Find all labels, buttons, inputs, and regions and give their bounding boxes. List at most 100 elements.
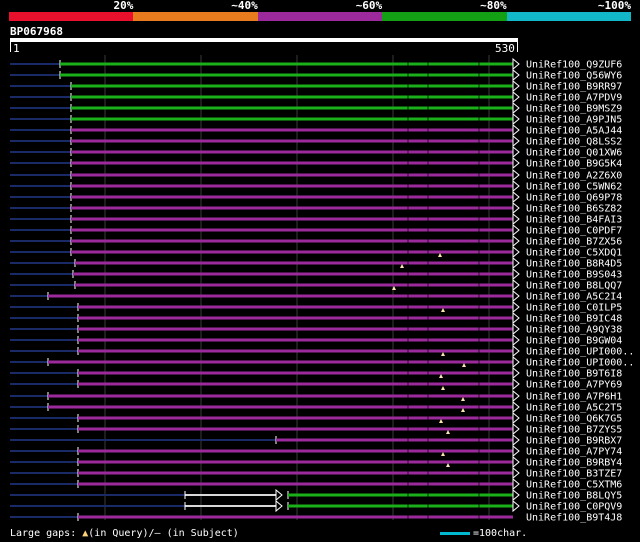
query-gap-triangle-icon xyxy=(462,363,466,367)
query-gap-triangle-icon xyxy=(441,386,445,390)
hit-label: UniRef100_B7ZYS5 xyxy=(526,425,622,436)
hit-label: UniRef100_C0PQV9 xyxy=(526,502,622,513)
hit-label: UniRef100_Q9ZUF6 xyxy=(526,60,622,71)
hit-label: UniRef100_B4FAI3 xyxy=(526,215,622,226)
end-arrow-icon xyxy=(512,488,520,502)
end-arrow-icon xyxy=(512,422,520,436)
hit-label: UniRef100_B3TZE7 xyxy=(526,469,622,480)
end-arrow-icon xyxy=(512,190,520,204)
gap-legend-label: Large gaps: xyxy=(10,528,83,539)
end-arrow-icon xyxy=(512,112,520,126)
end-arrow-icon xyxy=(512,433,520,447)
query-gap-triangle-icon xyxy=(441,352,445,356)
hit-label: UniRef100_Q8LSS2 xyxy=(526,137,622,148)
end-arrow-icon xyxy=(512,389,520,403)
end-arrow-icon xyxy=(512,245,520,259)
end-arrow-icon xyxy=(512,322,520,336)
query-gap-triangle-icon xyxy=(446,463,450,467)
hit-label: UniRef100_B9G5K4 xyxy=(526,159,622,170)
hsp-arrow-icon xyxy=(275,488,283,502)
end-arrow-icon xyxy=(512,57,520,71)
end-arrow-icon xyxy=(512,366,520,380)
hit-label: UniRef100_A7PY69 xyxy=(526,380,622,391)
query-gap-triangle-icon xyxy=(441,452,445,456)
end-arrow-icon xyxy=(512,289,520,303)
end-arrow-icon xyxy=(512,256,520,270)
hit-label: UniRef100_C5XTM6 xyxy=(526,480,622,491)
hit-label: UniRef100_B6SZ82 xyxy=(526,204,622,215)
end-arrow-icon xyxy=(512,145,520,159)
hit-label: UniRef100_Q01XW6 xyxy=(526,148,622,159)
hit-label: UniRef100_B9GW04 xyxy=(526,336,622,347)
gap-legend-query: (in Query)/ xyxy=(88,528,155,539)
hit-label: UniRef100_B9MSZ9 xyxy=(526,104,622,115)
end-arrow-icon xyxy=(512,499,520,513)
end-arrow-icon xyxy=(512,377,520,391)
scale-line-icon xyxy=(440,531,470,535)
hit-label: UniRef100_A7P6H1 xyxy=(526,392,622,403)
hit-label: UniRef100_B9RBY4 xyxy=(526,458,622,469)
hit-label: UniRef100_B8LQY5 xyxy=(526,491,622,502)
hit-label: UniRef100_B9T4J8 xyxy=(526,513,622,524)
hit-label: UniRef100_A5C2T5 xyxy=(526,403,622,414)
scale-legend: =100char. xyxy=(440,528,527,539)
query-gap-triangle-icon xyxy=(461,397,465,401)
hit-label: UniRef100_Q56WY6 xyxy=(526,71,622,82)
hit-label: UniRef100_A5C2I4 xyxy=(526,292,622,303)
end-arrow-icon xyxy=(512,101,520,115)
query-gap-triangle-icon xyxy=(438,253,442,257)
scale-legend-label: =100char. xyxy=(473,528,528,539)
end-arrow-icon xyxy=(512,444,520,458)
end-arrow-icon xyxy=(512,156,520,170)
end-arrow-icon xyxy=(512,333,520,347)
query-gap-triangle-icon xyxy=(439,419,443,423)
hit-label: UniRef100_Q69P78 xyxy=(526,193,622,204)
hsp-arrow-icon xyxy=(275,499,283,513)
end-arrow-icon xyxy=(512,168,520,182)
end-arrow-icon xyxy=(512,234,520,248)
hit-label: UniRef100_A7PDV9 xyxy=(526,93,622,104)
end-arrow-icon xyxy=(512,278,520,292)
hit-label: UniRef100_UPI000.. xyxy=(526,347,634,358)
end-arrow-icon xyxy=(512,267,520,281)
hit-label: UniRef100_A2Z6X0 xyxy=(526,171,622,182)
hit-label: UniRef100_A7PY74 xyxy=(526,447,622,458)
query-gap-triangle-icon xyxy=(461,408,465,412)
hit-label: UniRef100_UPI000.. xyxy=(526,358,634,369)
end-arrow-icon xyxy=(512,477,520,491)
hit-label: UniRef100_C0ILP5 xyxy=(526,303,622,314)
hit-label: UniRef100_Q6K7G5 xyxy=(526,414,622,425)
end-arrow-icon xyxy=(512,466,520,480)
end-arrow-icon xyxy=(512,400,520,414)
hit-label: UniRef100_B9T6I8 xyxy=(526,369,622,380)
hit-label: UniRef100_A9PJN5 xyxy=(526,115,622,126)
end-arrow-icon xyxy=(512,311,520,325)
end-arrow-icon xyxy=(512,179,520,193)
hit-label: UniRef100_B9IC48 xyxy=(526,314,622,325)
end-arrow-icon xyxy=(512,68,520,82)
hit-label: UniRef100_B9RR97 xyxy=(526,82,622,93)
hit-label: UniRef100_C5XDQ1 xyxy=(526,248,622,259)
hit-alignment-panel: UniRef100_Q9ZUF6UniRef100_Q56WY6UniRef10… xyxy=(10,55,634,524)
hit-label: UniRef100_B9RBX7 xyxy=(526,436,622,447)
gap-legend-subject: (in Subject) xyxy=(160,528,239,539)
hit-label: UniRef100_B8R4D5 xyxy=(526,259,622,270)
end-arrow-icon xyxy=(512,355,520,369)
end-arrow-icon xyxy=(512,212,520,226)
end-arrow-icon xyxy=(512,411,520,425)
query-gap-triangle-icon xyxy=(400,264,404,268)
hit-label: UniRef100_C0PDF7 xyxy=(526,226,622,237)
end-arrow-icon xyxy=(512,90,520,104)
query-gap-triangle-icon xyxy=(441,308,445,312)
query-gap-triangle-icon xyxy=(446,430,450,434)
end-arrow-icon xyxy=(512,201,520,215)
hit-label: UniRef100_B7ZX56 xyxy=(526,237,622,248)
end-arrow-icon xyxy=(512,455,520,469)
hit-label: UniRef100_C5WN62 xyxy=(526,182,622,193)
end-arrow-icon xyxy=(512,79,520,93)
hit-label: UniRef100_B8LQQ7 xyxy=(526,281,622,292)
end-arrow-icon xyxy=(512,223,520,237)
end-arrow-icon xyxy=(512,134,520,148)
query-gap-triangle-icon xyxy=(439,374,443,378)
end-arrow-icon xyxy=(512,123,520,137)
